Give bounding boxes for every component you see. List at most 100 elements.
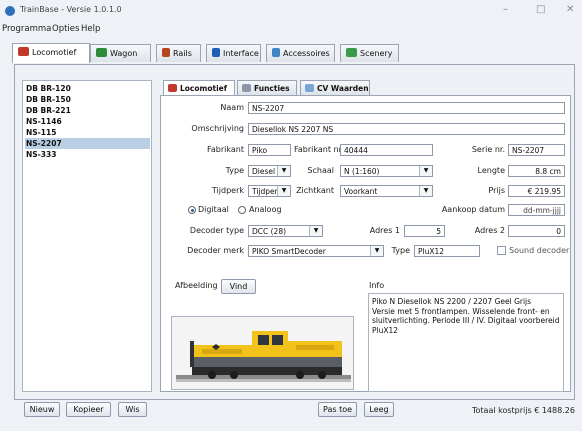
schaal-select[interactable]: N (1:160) ▼ — [340, 165, 433, 177]
wis-button[interactable]: Wis — [118, 402, 147, 417]
fabrikant-field[interactable]: Piko — [248, 144, 291, 156]
tab-label: Locomotief — [32, 48, 77, 57]
prijs-label: Prijs — [488, 186, 505, 195]
afbeelding-label: Afbeelding — [175, 281, 218, 290]
chevron-down-icon: ▼ — [277, 166, 290, 176]
subtab-locomotief[interactable]: Locomotief — [163, 80, 235, 95]
tab-label: Rails — [173, 49, 192, 58]
aankoop-datum-label: Aankoop datum — [441, 205, 505, 214]
tab-locomotief[interactable]: Locomotief — [12, 43, 90, 63]
menu-bar: Programma Opties Help — [0, 22, 582, 38]
fabrikant-nr-label: Fabrikant nr. — [294, 145, 344, 154]
locomotive-list[interactable]: DB BR-120 DB BR-150 DB BR-221 NS-1146 NS… — [22, 80, 152, 392]
list-item-selected[interactable]: NS-2207 — [25, 138, 150, 149]
tab-rails[interactable]: Rails — [156, 44, 201, 62]
info-textarea[interactable]: Piko N Diesellok NS 2200 / 2207 Geel Gri… — [368, 293, 564, 392]
list-item[interactable]: DB BR-150 — [25, 94, 150, 105]
list-item[interactable]: NS-1146 — [25, 116, 150, 127]
info-label: Info — [369, 281, 385, 290]
list-item[interactable]: DB BR-120 — [25, 83, 150, 94]
menu-programma[interactable]: Programma — [2, 24, 51, 34]
kopieer-button[interactable]: Kopieer — [66, 402, 111, 417]
adres1-label: Adres 1 — [369, 226, 400, 235]
schaal-value: N (1:160) — [344, 167, 380, 176]
decoder-type-value: DCC (28) — [252, 227, 287, 236]
chevron-down-icon: ▼ — [370, 246, 383, 256]
cv-icon — [305, 84, 314, 92]
decoder-merk-label: Decoder merk — [187, 246, 244, 255]
decoder-model-field[interactable]: PluX12 — [414, 245, 480, 257]
totaal-kostprijs: Totaal kostprijs € 1488.26 — [472, 406, 575, 415]
subtab-label: Locomotief — [180, 84, 228, 93]
type-value: Diesel — [252, 167, 276, 176]
list-item[interactable]: DB BR-221 — [25, 105, 150, 116]
nieuw-button[interactable]: Nieuw — [24, 402, 60, 417]
chevron-down-icon: ▼ — [419, 186, 432, 196]
pas-toe-button[interactable]: Pas toe — [318, 402, 357, 417]
tab-label: Accessoires — [283, 49, 330, 58]
menu-opties[interactable]: Opties — [52, 24, 79, 34]
interface-icon — [212, 48, 220, 57]
naam-field[interactable]: NS-2207 — [248, 102, 565, 114]
gear-icon — [242, 84, 251, 92]
rails-icon — [162, 48, 170, 57]
tijdperk-label: Tijdperk — [211, 186, 244, 195]
zichtkant-value: Voorkant — [344, 187, 378, 196]
aankoop-datum-field[interactable]: dd-mm-jjjj — [508, 204, 565, 216]
vind-button[interactable]: Vind — [221, 279, 256, 294]
wagon-icon — [96, 48, 107, 57]
sound-decoder-checkbox[interactable] — [497, 246, 506, 255]
analoog-radio[interactable] — [238, 206, 246, 214]
sound-decoder-label: Sound decoder — [509, 246, 570, 255]
decoder-merk-value: PIKO SmartDecoder — [252, 247, 326, 256]
close-button[interactable]: ✕ — [566, 4, 574, 15]
tijdperk-select[interactable]: Tijdperk V ▼ — [248, 185, 291, 197]
tab-wagon[interactable]: Wagon — [90, 44, 151, 62]
window-title: TrainBase - Versie 1.0.1.0 — [20, 5, 122, 14]
tab-label: Wagon — [110, 49, 138, 58]
decoder-merk-select[interactable]: PIKO SmartDecoder ▼ — [248, 245, 384, 257]
chevron-down-icon: ▼ — [419, 166, 432, 176]
decoder-type-label: Decoder type — [189, 226, 244, 235]
tab-scenery[interactable]: Scenery — [340, 44, 399, 62]
omschrijving-field[interactable]: Diesellok NS 2207 NS — [248, 123, 565, 135]
lengte-field[interactable]: 8.8 cm — [508, 165, 565, 177]
lengte-label: Lengte — [477, 166, 505, 175]
leeg-button[interactable]: Leeg — [364, 402, 394, 417]
type-label: Type — [225, 166, 244, 175]
subtab-functies[interactable]: Functies — [237, 80, 297, 95]
digitaal-label: Digitaal — [198, 205, 229, 214]
tab-accessoires[interactable]: Accessoires — [266, 44, 335, 62]
locomotive-picture — [172, 317, 353, 389]
fabrikant-label: Fabrikant — [207, 145, 244, 154]
serie-nr-field[interactable]: NS-2207 — [508, 144, 565, 156]
adres2-label: Adres 2 — [474, 226, 505, 235]
locomotive-icon — [168, 84, 177, 92]
accessoires-icon — [272, 48, 280, 57]
scenery-icon — [346, 48, 357, 57]
decoder-type-select[interactable]: DCC (28) ▼ — [248, 225, 323, 237]
subtab-cv-waarden[interactable]: CV Waarden — [300, 80, 370, 95]
tab-label: Interface — [223, 49, 259, 58]
subtab-label: Functies — [254, 84, 290, 93]
subtab-label: CV Waarden — [317, 84, 369, 93]
omschrijving-label: Omschrijving — [191, 124, 244, 133]
prijs-field[interactable]: € 219.95 — [508, 185, 565, 197]
digitaal-radio[interactable] — [188, 206, 196, 214]
list-item[interactable]: NS-333 — [25, 149, 150, 160]
adres2-field[interactable]: 0 — [508, 225, 565, 237]
fabrikant-nr-field[interactable]: 40444 — [340, 144, 433, 156]
menu-help[interactable]: Help — [81, 24, 100, 34]
tab-interface[interactable]: Interface — [206, 44, 261, 62]
app-icon — [5, 6, 15, 16]
title-bar: TrainBase - Versie 1.0.1.0 – □ ✕ — [0, 0, 582, 22]
chevron-down-icon: ▼ — [277, 186, 290, 196]
type-select[interactable]: Diesel ▼ — [248, 165, 291, 177]
zichtkant-select[interactable]: Voorkant ▼ — [340, 185, 433, 197]
app-window: TrainBase - Versie 1.0.1.0 – □ ✕ Program… — [0, 0, 582, 431]
adres1-field[interactable]: 5 — [404, 225, 445, 237]
locomotive-image — [171, 316, 354, 390]
minimize-button[interactable]: – — [503, 4, 508, 15]
list-item[interactable]: NS-115 — [25, 127, 150, 138]
maximize-button[interactable]: □ — [536, 4, 545, 15]
